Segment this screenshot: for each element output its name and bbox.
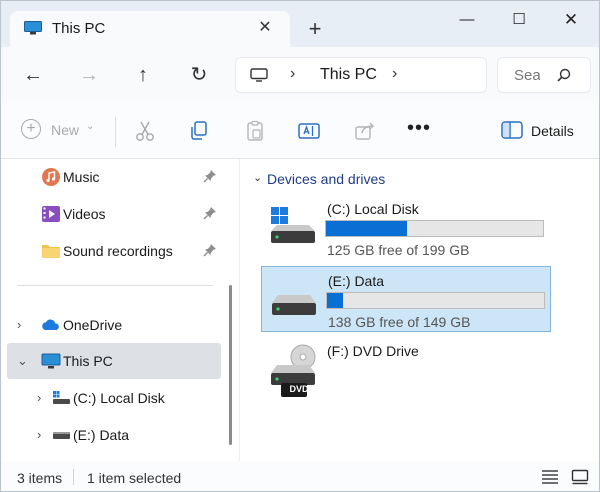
content-pane: ⌄ Devices and drives (C:) Local Disk 125… bbox=[241, 159, 599, 461]
tab-title: This PC bbox=[52, 20, 106, 37]
tab-this-pc[interactable]: This PC ✕ bbox=[10, 11, 290, 47]
drive-icon bbox=[272, 295, 316, 315]
title-bar: This PC ✕ + — ☐ ✕ bbox=[1, 1, 599, 47]
cut-icon[interactable] bbox=[133, 119, 157, 143]
status-bar: 3 items 1 item selected bbox=[1, 461, 599, 491]
sidebar-item-local-disk-c[interactable]: › (C:) Local Disk bbox=[27, 380, 221, 416]
chevron-down-icon: ⌄ bbox=[253, 172, 263, 184]
onedrive-icon bbox=[42, 319, 59, 330]
folder-icon bbox=[42, 245, 60, 258]
drive-free-space: 138 GB free of 149 GB bbox=[328, 314, 471, 330]
maximize-button[interactable]: ☐ bbox=[499, 7, 539, 33]
drive-local-disk-c[interactable]: (C:) Local Disk 125 GB free of 199 GB bbox=[261, 195, 551, 261]
sidebar-item-music[interactable]: Music bbox=[7, 159, 221, 195]
close-tab-icon[interactable]: ✕ bbox=[254, 17, 276, 39]
drive-usage-fill bbox=[327, 293, 344, 308]
sidebar-item-videos[interactable]: Videos bbox=[7, 196, 221, 232]
sidebar-item-this-pc[interactable]: ⌄ This PC bbox=[7, 343, 221, 379]
search-input[interactable]: Search This PC bbox=[514, 67, 540, 84]
rename-icon[interactable] bbox=[297, 119, 321, 143]
sidebar-item-data-e[interactable]: › (E:) Data bbox=[27, 417, 221, 453]
sidebar-item-label: (C:) Local Disk bbox=[73, 390, 165, 406]
new-button[interactable]: + New ⌄ bbox=[21, 119, 97, 143]
navigation-row: ← → ↑ ↻ › This PC › Search This PC bbox=[1, 47, 599, 103]
item-count: 3 items bbox=[17, 470, 63, 486]
copy-icon[interactable] bbox=[187, 119, 211, 143]
search-box[interactable]: Search This PC bbox=[497, 57, 591, 93]
drive-name: (C:) Local Disk bbox=[327, 201, 419, 217]
share-icon[interactable] bbox=[353, 119, 377, 143]
sidebar-item-label: (E:) Data bbox=[73, 427, 130, 443]
selection-count: 1 item selected bbox=[87, 470, 182, 486]
this-pc-icon bbox=[24, 21, 42, 35]
sidebar-item-label: Sound recordings bbox=[63, 243, 173, 259]
sidebar-item-label: Videos bbox=[63, 206, 106, 222]
large-icons-view-icon[interactable] bbox=[571, 469, 589, 485]
sidebar-item-onedrive[interactable]: › OneDrive bbox=[7, 307, 221, 343]
more-options-icon[interactable]: ••• bbox=[407, 117, 431, 140]
drive-usage-fill bbox=[326, 221, 407, 236]
plus-icon: + bbox=[21, 119, 41, 139]
sidebar-item-label: This PC bbox=[63, 353, 113, 369]
breadcrumb-this-pc[interactable]: This PC bbox=[320, 66, 377, 84]
address-bar[interactable]: › This PC › bbox=[235, 57, 487, 93]
details-pane-icon bbox=[501, 121, 523, 139]
minimize-button[interactable]: — bbox=[447, 7, 487, 33]
command-bar: + New ⌄ ••• Details bbox=[1, 103, 599, 159]
sidebar-scrollbar[interactable] bbox=[229, 285, 232, 445]
videos-icon bbox=[42, 206, 60, 222]
local-disk-icon bbox=[53, 391, 70, 404]
search-icon bbox=[557, 68, 571, 82]
breadcrumb-chevron-icon[interactable]: › bbox=[290, 65, 295, 83]
close-window-button[interactable]: ✕ bbox=[551, 7, 591, 33]
file-explorer-window: This PC ✕ + — ☐ ✕ ← → ↑ ↻ › This PC › Se… bbox=[0, 0, 600, 492]
drive-usage-bar bbox=[326, 292, 545, 309]
navigation-pane: Music Videos Sound recordings › OneDrive… bbox=[1, 159, 241, 461]
this-pc-icon bbox=[41, 353, 61, 369]
drive-name: (F:) DVD Drive bbox=[327, 343, 419, 359]
back-button[interactable]: ← bbox=[19, 61, 47, 89]
drive-usage-bar bbox=[325, 220, 544, 237]
sidebar-item-label: OneDrive bbox=[63, 317, 123, 333]
details-label: Details bbox=[531, 123, 574, 139]
drive-free-space: 125 GB free of 199 GB bbox=[327, 242, 470, 258]
new-label: New bbox=[51, 122, 80, 138]
local-disk-icon bbox=[271, 207, 315, 243]
toolbar-divider bbox=[115, 117, 116, 147]
dvd-badge: DVD bbox=[289, 384, 309, 394]
chevron-right-icon[interactable]: › bbox=[37, 427, 41, 442]
new-tab-button[interactable]: + bbox=[301, 15, 329, 43]
status-divider bbox=[73, 469, 74, 485]
forward-button[interactable]: → bbox=[75, 61, 103, 89]
breadcrumb-chevron-icon[interactable]: › bbox=[392, 65, 397, 83]
pin-icon[interactable] bbox=[203, 169, 217, 183]
chevron-right-icon[interactable]: › bbox=[37, 390, 41, 405]
up-button[interactable]: ↑ bbox=[129, 61, 157, 89]
drive-data-e[interactable]: (E:) Data 138 GB free of 149 GB bbox=[261, 266, 551, 332]
details-view-icon[interactable] bbox=[541, 469, 559, 485]
drive-icon bbox=[53, 432, 70, 439]
sidebar-item-sound-recordings[interactable]: Sound recordings bbox=[7, 233, 221, 269]
monitor-icon bbox=[250, 68, 268, 82]
chevron-down-icon: ⌄ bbox=[86, 121, 95, 132]
music-icon bbox=[42, 168, 60, 186]
pin-icon[interactable] bbox=[203, 206, 217, 220]
drive-name: (E:) Data bbox=[328, 273, 385, 289]
sidebar-item-label: Music bbox=[63, 169, 100, 185]
pin-icon[interactable] bbox=[203, 243, 217, 257]
pane-splitter[interactable] bbox=[239, 159, 240, 461]
paste-icon[interactable] bbox=[243, 119, 267, 143]
chevron-down-icon[interactable]: ⌄ bbox=[17, 353, 28, 369]
group-title: Devices and drives bbox=[267, 171, 386, 187]
chevron-right-icon[interactable]: › bbox=[17, 317, 21, 332]
refresh-button[interactable]: ↻ bbox=[185, 61, 213, 89]
sidebar-divider bbox=[17, 285, 213, 286]
drive-dvd-f[interactable]: DVD (F:) DVD Drive bbox=[261, 337, 551, 403]
